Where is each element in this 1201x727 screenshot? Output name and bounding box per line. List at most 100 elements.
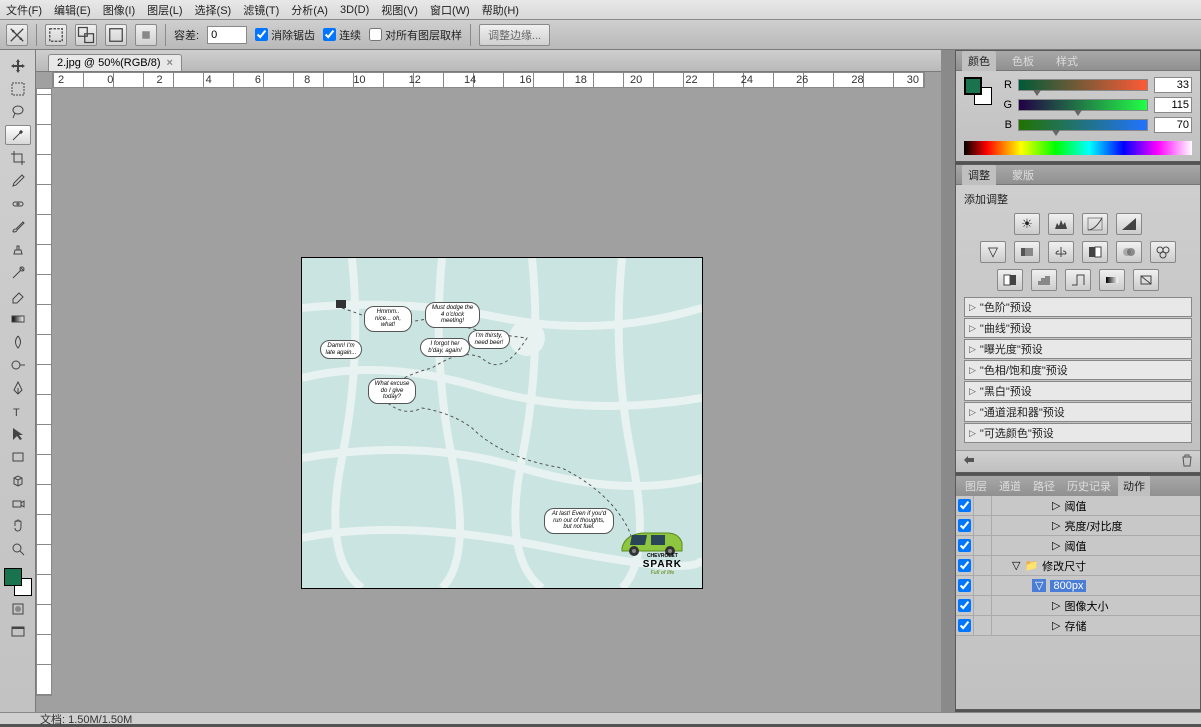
horizontal-ruler[interactable]: 2024681012141618202224262830 [52, 72, 925, 88]
hue-sat-icon[interactable] [1014, 241, 1040, 263]
document-canvas[interactable]: Hmmm.. nice... oh, what! Must dodge the … [302, 258, 702, 588]
invert-icon[interactable] [997, 269, 1023, 291]
adjustment-return-icon[interactable] [962, 453, 976, 470]
selection-subtract-icon[interactable] [105, 24, 127, 46]
posterize-icon[interactable] [1031, 269, 1057, 291]
type-tool[interactable]: T [5, 401, 31, 421]
color-swatches[interactable] [4, 568, 32, 596]
action-row[interactable]: ▷阈值 [956, 536, 1200, 556]
rectangle-tool[interactable] [5, 447, 31, 467]
action-row[interactable]: ▷存储 [956, 616, 1200, 636]
levels-icon[interactable] [1048, 213, 1074, 235]
color-spectrum[interactable] [964, 141, 1192, 155]
collapsed-panel-dock[interactable] [941, 50, 955, 712]
tolerance-input[interactable] [207, 26, 247, 44]
action-toggle[interactable] [958, 599, 971, 612]
threshold-icon[interactable] [1065, 269, 1091, 291]
contiguous-checkbox[interactable]: 连续 [323, 27, 361, 43]
color-tab[interactable]: 颜色 [962, 51, 996, 71]
foreground-color-swatch[interactable] [4, 568, 22, 586]
color-balance-icon[interactable] [1048, 241, 1074, 263]
action-toggle[interactable] [958, 619, 971, 632]
action-row[interactable]: ▷阈值 [956, 496, 1200, 516]
masks-tab[interactable]: 蒙版 [1006, 165, 1040, 185]
action-toggle[interactable] [958, 519, 971, 532]
refine-edge-button[interactable]: 调整边缘... [479, 24, 550, 46]
preset-levels[interactable]: ▷"色阶"预设 [964, 297, 1192, 317]
adjustments-tab[interactable]: 调整 [962, 165, 996, 185]
exposure-icon[interactable] [1116, 213, 1142, 235]
g-input[interactable] [1154, 97, 1192, 113]
preset-selective-color[interactable]: ▷"可选颜色"预设 [964, 423, 1192, 443]
action-toggle[interactable] [958, 499, 971, 512]
menu-analysis[interactable]: 分析(A) [291, 2, 328, 18]
actions-tab[interactable]: 动作 [1118, 476, 1150, 496]
lasso-tool[interactable] [5, 102, 31, 122]
b-input[interactable] [1154, 117, 1192, 133]
black-white-icon[interactable] [1082, 241, 1108, 263]
selection-add-icon[interactable] [75, 24, 97, 46]
menu-window[interactable]: 窗口(W) [430, 2, 470, 18]
hand-tool[interactable] [5, 516, 31, 536]
menu-image[interactable]: 图像(I) [103, 2, 135, 18]
current-tool-icon[interactable] [6, 24, 28, 46]
layers-tab[interactable]: 图层 [960, 476, 992, 496]
b-slider[interactable] [1018, 119, 1148, 131]
crop-tool[interactable] [5, 148, 31, 168]
move-tool[interactable] [5, 56, 31, 76]
photo-filter-icon[interactable] [1116, 241, 1142, 263]
3d-tool[interactable] [5, 470, 31, 490]
menu-edit[interactable]: 编辑(E) [54, 2, 91, 18]
vertical-ruler[interactable] [36, 88, 52, 696]
styles-tab[interactable]: 样式 [1050, 51, 1084, 71]
zoom-tool[interactable] [5, 539, 31, 559]
antialias-checkbox[interactable]: 消除锯齿 [255, 27, 315, 43]
menu-file[interactable]: 文件(F) [6, 2, 42, 18]
menu-help[interactable]: 帮助(H) [482, 2, 519, 18]
preset-bw[interactable]: ▷"黑白"预设 [964, 381, 1192, 401]
menu-layer[interactable]: 图层(L) [147, 2, 182, 18]
brightness-contrast-icon[interactable]: ☀ [1014, 213, 1040, 235]
3d-camera-tool[interactable] [5, 493, 31, 513]
action-set-row[interactable]: ▽📁修改尺寸 [956, 556, 1200, 576]
channel-mixer-icon[interactable] [1150, 241, 1176, 263]
action-toggle[interactable] [958, 559, 971, 572]
marquee-tool[interactable] [5, 79, 31, 99]
action-row[interactable]: ▷图像大小 [956, 596, 1200, 616]
brush-tool[interactable] [5, 217, 31, 237]
close-tab-icon[interactable]: × [167, 57, 173, 69]
magic-wand-tool[interactable] [5, 125, 31, 145]
action-toggle[interactable] [958, 579, 971, 592]
menu-select[interactable]: 选择(S) [195, 2, 232, 18]
document-tab[interactable]: 2.jpg @ 50%(RGB/8) × [48, 54, 182, 71]
blur-tool[interactable] [5, 332, 31, 352]
r-slider[interactable] [1018, 79, 1148, 91]
menu-3d[interactable]: 3D(D) [340, 4, 369, 16]
panel-fg-swatch[interactable] [964, 77, 982, 95]
menu-view[interactable]: 视图(V) [381, 2, 418, 18]
action-toggle[interactable] [958, 539, 971, 552]
selection-intersect-icon[interactable] [135, 24, 157, 46]
menu-filter[interactable]: 滤镜(T) [243, 2, 279, 18]
history-brush-tool[interactable] [5, 263, 31, 283]
curves-icon[interactable] [1082, 213, 1108, 235]
all-layers-checkbox[interactable]: 对所有图层取样 [369, 27, 462, 43]
eraser-tool[interactable] [5, 286, 31, 306]
gradient-tool[interactable] [5, 309, 31, 329]
preset-curves[interactable]: ▷"曲线"预设 [964, 318, 1192, 338]
screen-mode-toggle[interactable] [5, 622, 31, 642]
vibrance-icon[interactable]: ▽ [980, 241, 1006, 263]
r-input[interactable] [1154, 77, 1192, 93]
paths-tab[interactable]: 路径 [1028, 476, 1060, 496]
g-slider[interactable] [1018, 99, 1148, 111]
clone-stamp-tool[interactable] [5, 240, 31, 260]
healing-brush-tool[interactable] [5, 194, 31, 214]
channels-tab[interactable]: 通道 [994, 476, 1026, 496]
canvas-viewport[interactable]: Hmmm.. nice... oh, what! Must dodge the … [52, 88, 925, 696]
dodge-tool[interactable] [5, 355, 31, 375]
path-selection-tool[interactable] [5, 424, 31, 444]
action-row-selected[interactable]: ▽800px [956, 576, 1200, 596]
action-row[interactable]: ▷亮度/对比度 [956, 516, 1200, 536]
preset-hue-sat[interactable]: ▷"色相/饱和度"预设 [964, 360, 1192, 380]
swatches-tab[interactable]: 色板 [1006, 51, 1040, 71]
